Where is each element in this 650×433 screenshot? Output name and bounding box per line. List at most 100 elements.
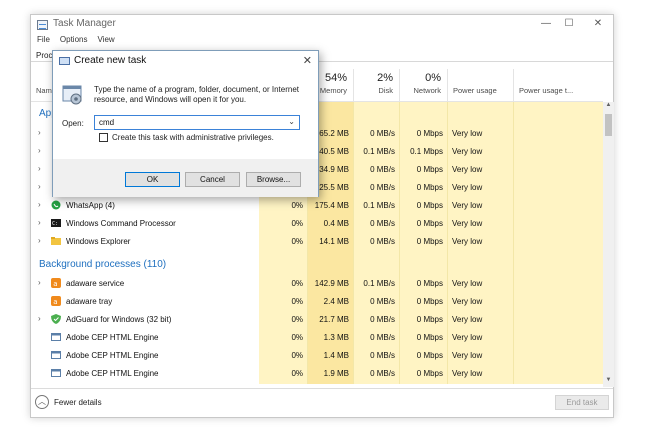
admin-privileges-label[interactable]: Create this task with administrative pri… — [112, 133, 274, 142]
svg-text:C:: C: — [52, 221, 58, 227]
scroll-thumb[interactable] — [605, 114, 612, 136]
table-row[interactable]: a adaware tray 0% 2.4 MB 0 MB/s 0 Mbps V… — [31, 292, 603, 310]
menu-options[interactable]: Options — [60, 35, 88, 44]
command-prompt-icon: C: — [51, 218, 61, 228]
process-name: Windows Explorer — [66, 237, 131, 246]
column-header-power-usage[interactable]: Power usage — [447, 69, 513, 101]
minimize-button[interactable]: — — [535, 17, 557, 31]
chevron-down-icon[interactable]: ⌄ — [288, 117, 295, 126]
folder-icon — [51, 236, 61, 246]
chevron-right-icon[interactable]: › — [38, 218, 41, 227]
ok-button[interactable]: OK — [125, 172, 180, 187]
column-header-power-usage-trend[interactable]: Power usage t... — [513, 69, 603, 101]
memory-label: Memory — [319, 86, 347, 95]
network-cell: 0 Mbps — [416, 297, 443, 306]
cpu-cell: 0% — [291, 279, 303, 288]
network-label: Network — [413, 86, 441, 95]
memory-cell: 1.3 MB — [323, 333, 349, 342]
column-header-disk[interactable]: 2% Disk — [353, 69, 399, 101]
admin-privileges-checkbox[interactable] — [99, 133, 108, 142]
process-name: adaware service — [66, 279, 125, 288]
app-window-icon — [51, 350, 61, 360]
memory-percent: 54% — [324, 72, 347, 84]
chevron-right-icon[interactable]: › — [38, 236, 41, 245]
fewer-details-label: Fewer details — [54, 398, 102, 407]
open-combobox[interactable]: cmd ⌄ — [94, 115, 300, 130]
chevron-right-icon[interactable]: › — [38, 200, 41, 209]
network-cell: 0 Mbps — [416, 201, 443, 210]
end-task-button[interactable]: End task — [555, 395, 609, 410]
power-cell: Very low — [452, 315, 483, 324]
power-cell: Very low — [452, 279, 483, 288]
column-header-network[interactable]: 0% Network — [399, 69, 447, 101]
chevron-right-icon[interactable]: › — [38, 314, 41, 323]
maximize-button[interactable]: ☐ — [558, 17, 580, 31]
dialog-title-bar: Create new task ✕ — [53, 51, 318, 71]
create-new-task-dialog: Create new task ✕ Type the name of a pro… — [52, 50, 319, 197]
adaware-icon: a — [51, 296, 61, 306]
disk-cell: 0.1 MB/s — [363, 147, 395, 156]
power-cell: Very low — [452, 219, 483, 228]
disk-label: Disk — [378, 86, 393, 95]
cpu-cell: 0% — [291, 237, 303, 246]
cpu-cell: 0% — [291, 333, 303, 342]
power-cell: Very low — [452, 351, 483, 360]
memory-cell: 1.9 MB — [323, 369, 349, 378]
cancel-button[interactable]: Cancel — [185, 172, 240, 187]
network-cell: 0.1 Mbps — [410, 147, 443, 156]
process-name: Adobe CEP HTML Engine — [66, 351, 159, 360]
table-row[interactable]: › Windows Explorer 0% 14.1 MB 0 MB/s 0 M… — [31, 232, 603, 250]
column-header-name[interactable]: Nam — [36, 86, 52, 95]
chevron-right-icon[interactable]: › — [38, 128, 41, 137]
disk-cell: 0 MB/s — [370, 165, 395, 174]
app-window-icon — [51, 368, 61, 378]
scroll-up-arrow-icon[interactable]: ▲ — [603, 102, 614, 112]
menu-bar: File Options View — [31, 35, 119, 48]
power-usage-label: Power usage — [453, 86, 497, 95]
chevron-right-icon[interactable]: › — [38, 164, 41, 173]
table-row[interactable]: › AdGuard for Windows (32 bit) 0% 21.7 M… — [31, 310, 603, 328]
table-row[interactable]: Adobe CEP HTML Engine 0% 1.4 MB 0 MB/s 0… — [31, 346, 603, 364]
table-row[interactable]: › C: Windows Command Processor 0% 0.4 MB… — [31, 214, 603, 232]
network-cell: 0 Mbps — [416, 333, 443, 342]
browse-button[interactable]: Browse... — [246, 172, 301, 187]
cpu-cell: 0% — [291, 369, 303, 378]
network-cell: 0 Mbps — [416, 219, 443, 228]
dialog-close-button[interactable]: ✕ — [303, 54, 312, 67]
scroll-down-arrow-icon[interactable]: ▼ — [603, 377, 614, 387]
menu-view[interactable]: View — [97, 35, 114, 44]
memory-cell: 21.7 MB — [319, 315, 349, 324]
process-name: adaware tray — [66, 297, 113, 306]
table-row[interactable]: Adobe CEP HTML Engine 0% 1.3 MB 0 MB/s 0… — [31, 328, 603, 346]
disk-cell: 0 MB/s — [370, 333, 395, 342]
power-cell: Very low — [452, 369, 483, 378]
memory-cell: 2.4 MB — [323, 297, 349, 306]
menu-file[interactable]: File — [37, 35, 50, 44]
vertical-scrollbar[interactable]: ▲ ▼ — [603, 102, 614, 387]
tab-processes[interactable]: Proc — [36, 51, 52, 60]
dialog-body: Type the name of a program, folder, docu… — [53, 71, 318, 159]
disk-cell: 0.1 MB/s — [363, 279, 395, 288]
chevron-right-icon[interactable]: › — [38, 182, 41, 191]
run-window-icon — [59, 57, 70, 65]
table-row[interactable]: › WhatsApp (4) 0% 175.4 MB 0.1 MB/s 0 Mb… — [31, 196, 603, 214]
chevron-right-icon[interactable]: › — [38, 278, 41, 287]
table-row[interactable]: › a adaware service 0% 142.9 MB 0.1 MB/s… — [31, 274, 603, 292]
process-name: Adobe CEP HTML Engine — [66, 333, 159, 342]
svg-text:a: a — [53, 298, 57, 306]
power-cell: Very low — [452, 297, 483, 306]
memory-cell: 14.1 MB — [319, 237, 349, 246]
chevron-up-icon: ︿ — [35, 395, 49, 409]
chevron-right-icon[interactable]: › — [38, 146, 41, 155]
table-row[interactable]: Adobe CEP HTML Engine 0% 1.9 MB 0 MB/s 0… — [31, 364, 603, 382]
close-button[interactable]: ✕ — [587, 17, 609, 31]
footer-divider — [31, 388, 613, 389]
cpu-cell: 0% — [291, 351, 303, 360]
disk-cell: 0 MB/s — [370, 297, 395, 306]
process-name: Adobe CEP HTML Engine — [66, 369, 159, 378]
window-title: Task Manager — [53, 18, 116, 29]
cpu-cell: 0% — [291, 201, 303, 210]
open-input-value[interactable]: cmd — [99, 118, 114, 127]
power-cell: Very low — [452, 333, 483, 342]
network-cell: 0 Mbps — [416, 129, 443, 138]
